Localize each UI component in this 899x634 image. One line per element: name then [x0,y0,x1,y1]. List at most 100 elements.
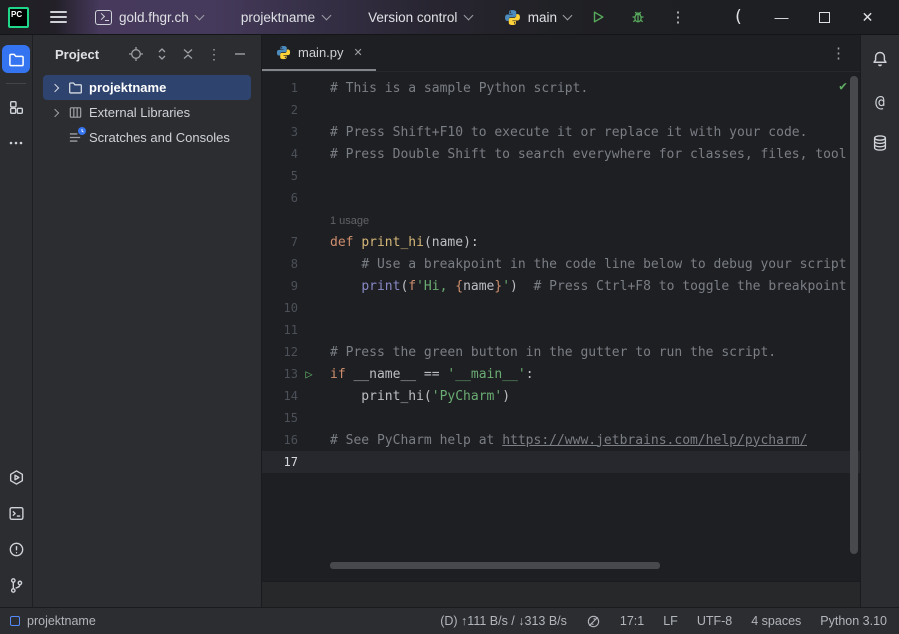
code-line-12[interactable]: 12# Press the green button in the gutter… [262,341,860,363]
problems-tool-button[interactable] [2,535,30,563]
code-line-4[interactable]: 4# Press Double Shift to search everywhe… [262,143,860,165]
title-bar: PC gold.fhgr.ch projektname Version cont… [0,0,899,35]
tree-item-external-libraries[interactable]: External Libraries [43,100,251,125]
line-ending-widget[interactable]: LF [663,614,678,628]
plugins-tool-button[interactable] [2,93,30,121]
services-tool-button[interactable] [2,463,30,491]
terminal-tool-button[interactable] [2,499,30,527]
gutter: 2 [262,103,330,117]
close-button[interactable]: ✕ [846,2,889,32]
inlay-hint-row[interactable]: 1 usage [262,209,860,231]
network-stats-widget[interactable]: (D) ↑111 B/s / ↓313 B/s [440,614,567,628]
code-text: print_hi('PyCharm') [330,389,510,404]
workspace-toggle-button[interactable]: ( [717,2,760,32]
locate-file-button[interactable] [125,43,147,65]
expand-all-button[interactable] [151,43,173,65]
tab-close-icon[interactable]: ✕ [351,44,366,61]
usages-inlay-hint[interactable]: 1 usage [330,215,369,227]
code-line-17[interactable]: 17 [262,451,860,473]
window-controls: ( — ✕ [717,2,889,32]
chevron-right-icon[interactable] [51,83,59,91]
bell-icon [871,50,889,68]
vcs-selector[interactable]: Version control [362,7,478,28]
interpreter-widget[interactable]: Python 3.10 [820,614,887,628]
main-menu-icon[interactable] [50,11,67,23]
problems-exclamation-icon [8,541,25,558]
line-number: 16 [262,433,298,447]
debug-button[interactable] [625,4,651,30]
code-text: # Use a breakpoint in the code line belo… [330,257,847,272]
chevron-down-icon [464,10,474,20]
main-area: Project [0,35,899,607]
encoding-widget[interactable]: UTF-8 [697,614,732,628]
status-bar: projektname (D) ↑111 B/s / ↓313 B/s 17:1… [0,607,899,634]
tree-item-scratches[interactable]: Scratches and Consoles [43,125,251,150]
more-tool-windows-button[interactable] [2,129,30,157]
ai-assistant-button[interactable]: @ [868,89,892,113]
gutter: 7 [262,235,330,249]
code-line-8[interactable]: 8 # Use a breakpoint in the code line be… [262,253,860,275]
gutter: 11 [262,323,330,337]
hide-panel-button[interactable] [229,43,251,65]
ellipsis-icon [8,135,24,151]
code-line-1[interactable]: 1# This is a sample Python script. [262,77,860,99]
minus-icon [232,46,248,62]
inspections-check-icon[interactable]: ✔ [839,79,847,94]
pycharm-logo-icon: PC [8,7,29,28]
remote-host-selector[interactable]: gold.fhgr.ch [89,7,209,28]
code-line-6[interactable]: 6 [262,187,860,209]
line-number: 4 [262,147,298,161]
caret-position-widget[interactable]: 17:1 [620,614,644,628]
code-line-10[interactable]: 10 [262,297,860,319]
code-line-16[interactable]: 16# See PyCharm help at https://www.jetb… [262,429,860,451]
code-line-2[interactable]: 2 [262,99,860,121]
run-line-icon[interactable]: ▷ [298,367,320,381]
gutter: 3 [262,125,330,139]
project-panel: Project [33,35,262,607]
project-tool-button[interactable] [2,45,30,73]
vertical-scrollbar[interactable] [850,76,858,554]
line-number: 8 [262,257,298,271]
vcs-selector-label: Version control [368,10,457,25]
tab-label: main.py [298,45,344,60]
panel-options-button[interactable]: ⋮ [203,43,225,65]
more-actions-button[interactable]: ⋮ [665,4,691,30]
code-line-7[interactable]: 7def print_hi(name): [262,231,860,253]
status-project-widget[interactable]: projektname [10,614,96,628]
tab-main-py[interactable]: main.py ✕ [262,35,376,71]
code-editor[interactable]: 1# This is a sample Python script. 2 3# Pr… [262,72,860,581]
database-icon [871,134,889,152]
code-line-3[interactable]: 3# Press Shift+F10 to execute it or repl… [262,121,860,143]
indent-widget[interactable]: 4 spaces [751,614,801,628]
code-text: 1 usage [330,213,369,228]
run-configuration-selector[interactable]: main [504,9,571,26]
debug-bug-icon [630,9,646,25]
collapse-all-button[interactable] [177,43,199,65]
run-button[interactable] [585,4,611,30]
line-number: 9 [262,279,298,293]
code-line-13[interactable]: 13▷if __name__ == '__main__': [262,363,860,385]
code-line-5[interactable]: 5 [262,165,860,187]
project-selector[interactable]: projektname [235,7,336,28]
code-line-9[interactable]: 9 print(f'Hi, {name}') # Press Ctrl+F8 t… [262,275,860,297]
project-panel-header: Project [33,35,261,73]
gutter: 4 [262,147,330,161]
code-line-11[interactable]: 11 [262,319,860,341]
gutter: 10 [262,301,330,315]
maximize-button[interactable] [803,2,846,32]
minimize-button[interactable]: — [760,2,803,32]
project-panel-title: Project [55,47,99,62]
line-number: 14 [262,389,298,403]
horizontal-scrollbar[interactable] [330,562,660,569]
chevron-right-icon[interactable] [51,108,59,116]
editor-options-kebab-icon[interactable]: ⋮ [831,46,846,61]
version-control-tool-button[interactable] [2,571,30,599]
code-text: # Press Shift+F10 to execute it or repla… [330,125,807,140]
code-line-15[interactable]: 15 [262,407,860,429]
code-line-14[interactable]: 14 print_hi('PyCharm') [262,385,860,407]
notifications-button[interactable] [868,47,892,71]
tree-item-projektname[interactable]: projektname [43,75,251,100]
left-tool-stripe [0,35,33,607]
highlighting-widget[interactable] [586,614,601,629]
database-button[interactable] [868,131,892,155]
